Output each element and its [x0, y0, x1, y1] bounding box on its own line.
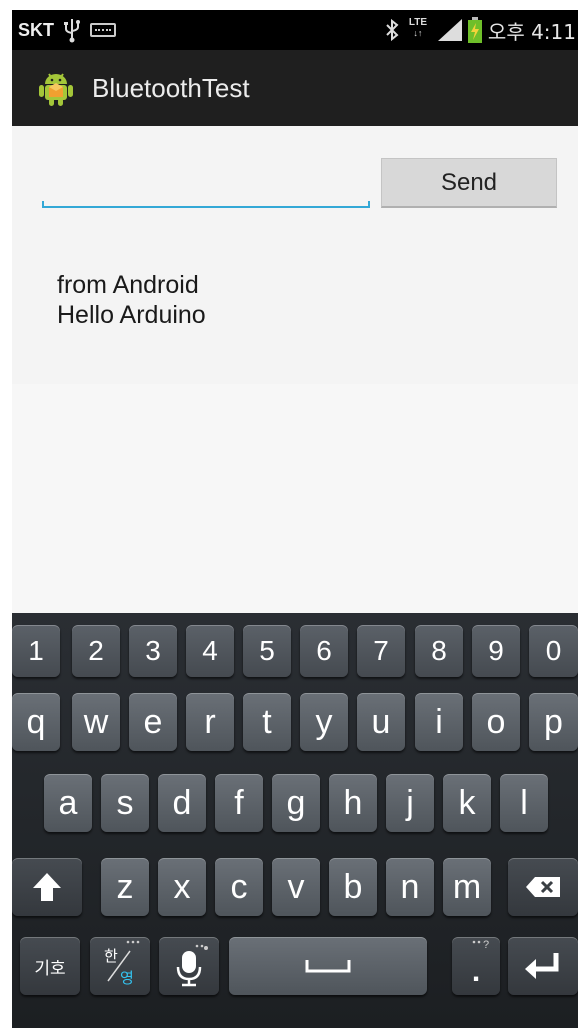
enter-icon [525, 953, 559, 979]
key-9[interactable]: 9 [472, 625, 520, 677]
key-a[interactable]: a [44, 774, 92, 832]
key-7[interactable]: 7 [357, 625, 405, 677]
main-content: Send from Android Hello Arduino [12, 126, 578, 613]
key-z[interactable]: z [101, 858, 149, 916]
device-screen: SKT LTE ↓↑ 오후 4:11 BluetoothTest Send fr… [12, 10, 578, 1028]
key-w[interactable]: w [72, 693, 120, 751]
lte-label: LTE [408, 17, 427, 28]
key-q[interactable]: q [12, 693, 60, 751]
key-f[interactable]: f [215, 774, 263, 832]
svg-text:?: ? [483, 939, 489, 951]
key-l[interactable]: l [500, 774, 548, 832]
action-bar: BluetoothTest [12, 50, 578, 126]
status-bar: SKT LTE ↓↑ 오후 4:11 [12, 10, 578, 50]
received-line: from Android [57, 271, 199, 299]
key-b[interactable]: b [329, 858, 377, 916]
key-8[interactable]: 8 [415, 625, 463, 677]
key-4[interactable]: 4 [186, 625, 234, 677]
language-divider-icon [107, 940, 140, 982]
status-bar-right: LTE ↓↑ 오후 4:11 [384, 10, 576, 50]
bluetooth-icon [386, 18, 399, 42]
app-title: BluetoothTest [92, 72, 250, 103]
key-j[interactable]: j [386, 774, 434, 832]
more-punctuation-icon: ? [472, 939, 489, 951]
language-key[interactable]: 한 영 [90, 937, 150, 995]
enter-key[interactable] [508, 937, 578, 995]
key-k[interactable]: k [443, 774, 491, 832]
key-i[interactable]: i [415, 693, 463, 751]
voice-input-key[interactable] [159, 937, 219, 995]
space-key[interactable] [229, 937, 427, 995]
usb-icon [64, 19, 80, 43]
android-app-icon [39, 73, 73, 106]
key-m[interactable]: m [443, 858, 491, 916]
key-e[interactable]: e [129, 693, 177, 751]
key-1[interactable]: 1 [12, 625, 60, 677]
lte-icon: LTE ↓↑ [406, 17, 430, 43]
message-input-underline [42, 201, 370, 208]
key-3[interactable]: 3 [129, 625, 177, 677]
backspace-icon [526, 877, 560, 897]
key-r[interactable]: r [186, 693, 234, 751]
key-x[interactable]: x [158, 858, 206, 916]
keyboard-icon [90, 23, 116, 37]
space-bar-icon [305, 960, 351, 973]
send-button[interactable]: Send [381, 158, 557, 208]
key-t[interactable]: t [243, 693, 291, 751]
key-5[interactable]: 5 [243, 625, 291, 677]
signal-icon [437, 19, 462, 41]
received-text: from Android Hello Arduino [57, 270, 206, 330]
message-input[interactable] [42, 162, 374, 212]
key-y[interactable]: y [300, 693, 348, 751]
key-n[interactable]: n [386, 858, 434, 916]
key-2[interactable]: 2 [72, 625, 120, 677]
key-h[interactable]: h [329, 774, 377, 832]
shift-arrow-icon [33, 873, 61, 901]
microphone-icon [176, 944, 208, 987]
key-6[interactable]: 6 [300, 625, 348, 677]
period-key[interactable]: . ? [452, 937, 500, 995]
key-u[interactable]: u [357, 693, 405, 751]
clock: 오후 4:11 [487, 19, 576, 44]
content-lower-area [12, 384, 578, 613]
status-bar-left: SKT [18, 10, 116, 50]
key-c[interactable]: c [215, 858, 263, 916]
key-v[interactable]: v [272, 858, 320, 916]
soft-keyboard: 1 2 3 4 5 6 7 8 9 0 q w e r t y u i o p … [12, 613, 578, 1028]
key-p[interactable]: p [529, 693, 578, 751]
key-g[interactable]: g [272, 774, 320, 832]
backspace-key[interactable] [508, 858, 578, 916]
carrier-label: SKT [18, 19, 54, 40]
shift-key[interactable] [12, 858, 82, 916]
key-s[interactable]: s [101, 774, 149, 832]
key-o[interactable]: o [472, 693, 520, 751]
battery-charging-icon [467, 17, 482, 43]
received-line: Hello Arduino [57, 301, 206, 329]
key-0[interactable]: 0 [529, 625, 578, 677]
symbol-key[interactable]: 기호 [20, 937, 80, 995]
key-d[interactable]: d [158, 774, 206, 832]
